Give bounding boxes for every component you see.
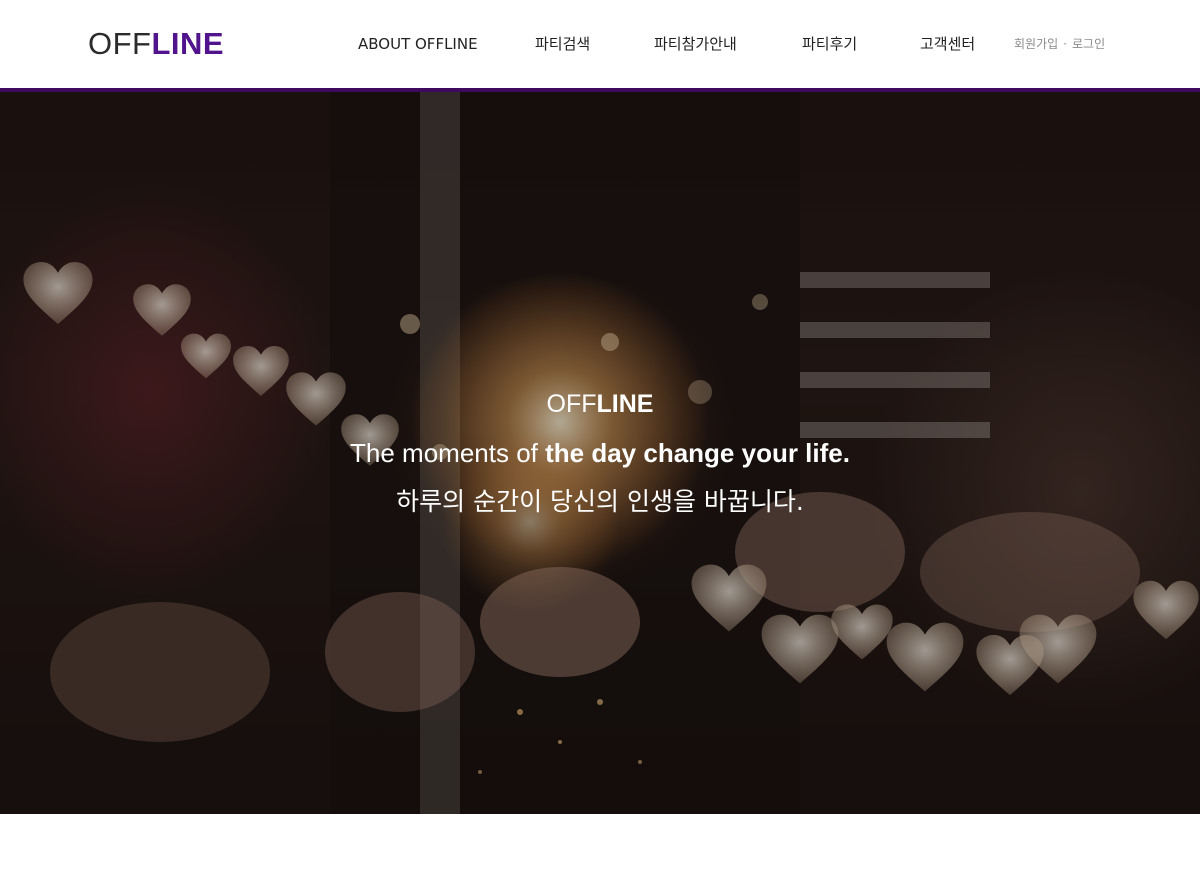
nav-item-party-search[interactable]: 파티검색: [535, 32, 590, 56]
nav-item-customer-center[interactable]: 고객센터: [920, 32, 975, 56]
logo-off: OFF: [88, 26, 152, 61]
site-logo[interactable]: OFFLINE: [88, 24, 224, 64]
signup-link[interactable]: 회원가입: [1014, 37, 1058, 51]
nav-item-party-reviews[interactable]: 파티후기: [802, 32, 857, 56]
login-link[interactable]: 로그인: [1072, 37, 1105, 51]
hero-brand-line: LINE: [596, 390, 654, 418]
hero-tagline: The moments of the day change your life.: [0, 436, 1200, 470]
hero-tagline-normal: The moments of: [350, 438, 546, 468]
hero-brand: OFFLINE: [0, 388, 1200, 420]
hero-tagline-bold: the day change your life.: [545, 438, 850, 468]
site-header: OFFLINE ABOUT OFFLINE 파티검색 파티참가안내 파티후기 고…: [0, 0, 1200, 88]
nav-item-about[interactable]: ABOUT OFFLINE: [358, 32, 478, 56]
hero-banner: OFFLINE The moments of the day change yo…: [0, 92, 1200, 814]
hero-korean-tagline: 하루의 순간이 당신의 인생을 바꿉니다.: [396, 487, 804, 516]
logo-line: LINE: [151, 26, 225, 61]
hero-brand-off: OFF: [546, 390, 597, 418]
auth-links: 회원가입 · 로그인: [1014, 34, 1105, 54]
nav-item-party-guide[interactable]: 파티참가안내: [654, 32, 737, 56]
auth-separator: ·: [1063, 37, 1067, 51]
